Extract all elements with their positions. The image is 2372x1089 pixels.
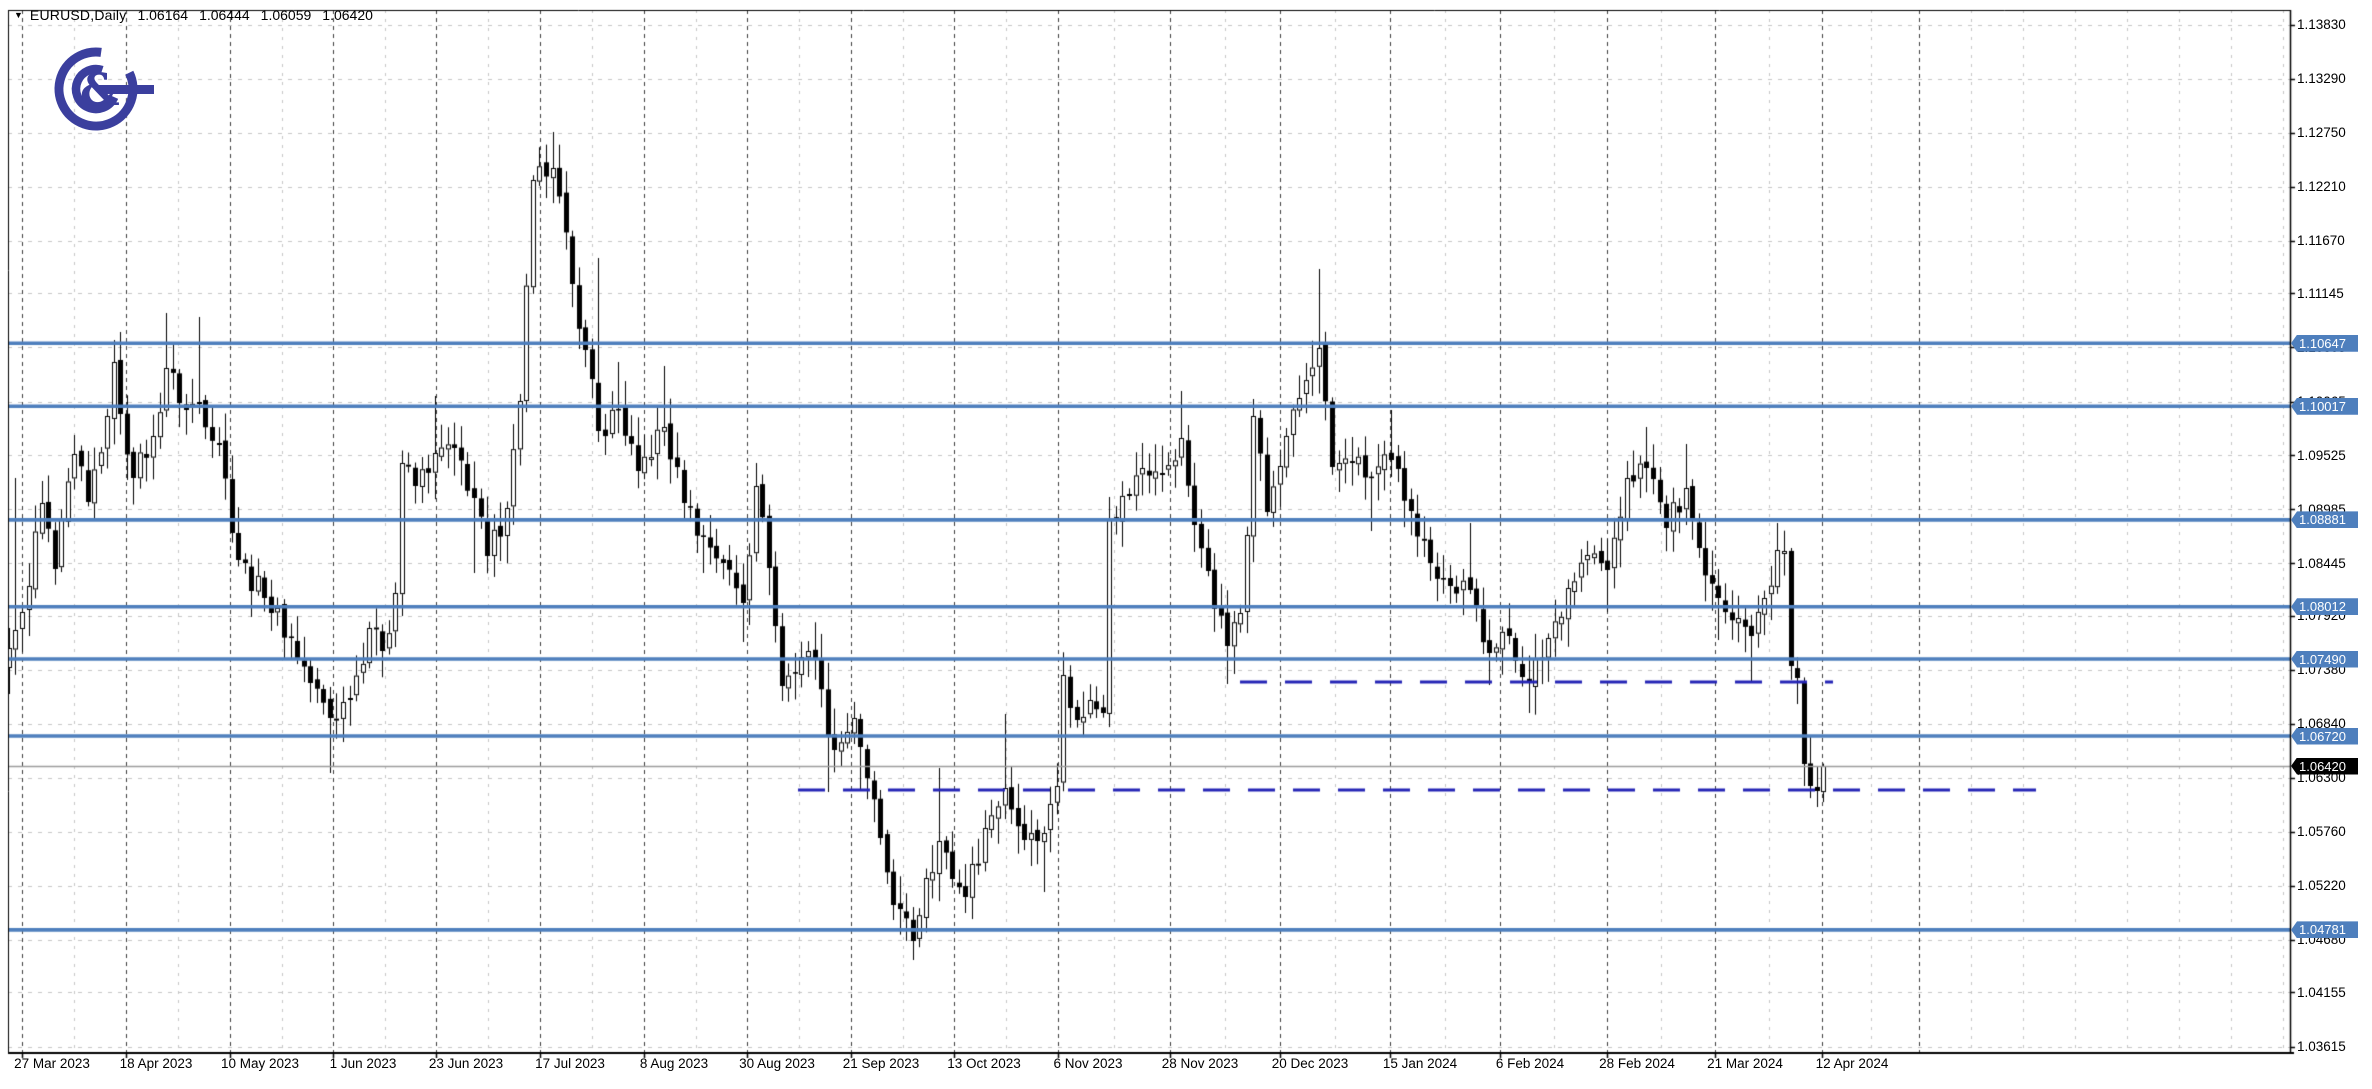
ohlc-close-value: 1.06420 (322, 7, 373, 23)
price-tick-label: 1.11670 (2297, 233, 2345, 248)
date-label: 15 Jan 2024 (1372, 1056, 1468, 1071)
price-axis[interactable]: 1.13830 1.13290 1.12750 1.12210 1.11670 1.111… (2290, 0, 2372, 1089)
date-label: 21 Sep 2023 (833, 1056, 929, 1071)
price-level-badge: 1.06720 (2291, 728, 2358, 745)
ohlc-open-value: 1.06164 (137, 7, 188, 23)
date-label: 18 Apr 2023 (108, 1056, 204, 1071)
price-tick-label: 1.05760 (2297, 824, 2346, 839)
date-label: 27 Mar 2023 (4, 1056, 100, 1071)
price-level-badge: 1.07490 (2291, 651, 2358, 668)
price-tick-label: 1.04155 (2297, 985, 2346, 1000)
date-label: 28 Nov 2023 (1152, 1056, 1248, 1071)
current-price-badge: 1.06420 (2291, 758, 2358, 775)
date-label: 20 Dec 2023 (1262, 1056, 1358, 1071)
date-label: 10 May 2023 (212, 1056, 308, 1071)
date-label: 6 Feb 2024 (1482, 1056, 1578, 1071)
broker-logo: & (52, 42, 154, 134)
date-label: 1 Jun 2023 (315, 1056, 411, 1071)
price-tick-label: 1.05220 (2297, 878, 2346, 893)
price-level-badge: 1.10647 (2291, 335, 2358, 352)
ohlc-low-value: 1.06059 (261, 7, 312, 23)
price-level-badge: 1.10017 (2291, 398, 2358, 415)
mt4-chart-window: ▼ EURUSD,Daily 1.06164 1.06444 1.06059 1.0642… (0, 0, 2372, 1089)
price-tick-label: 1.08445 (2297, 556, 2346, 571)
price-level-badge: 1.08012 (2291, 598, 2358, 615)
date-label: 6 Nov 2023 (1040, 1056, 1136, 1071)
date-label: 8 Aug 2023 (626, 1056, 722, 1071)
candlestick-chart-canvas[interactable] (0, 0, 2372, 1089)
date-label: 21 Mar 2024 (1697, 1056, 1793, 1071)
price-tick-label: 1.12210 (2297, 179, 2346, 194)
price-level-badge: 1.08881 (2291, 511, 2358, 528)
date-label: 17 Jul 2023 (522, 1056, 618, 1071)
price-tick-label: 1.12750 (2297, 125, 2346, 140)
date-label: 23 Jun 2023 (418, 1056, 514, 1071)
date-label: 12 Apr 2024 (1804, 1056, 1900, 1071)
symbol-period-label: EURUSD,Daily (30, 7, 127, 23)
date-label: 13 Oct 2023 (936, 1056, 1032, 1071)
date-label: 28 Feb 2024 (1589, 1056, 1685, 1071)
chart-title-row: ▼ EURUSD,Daily 1.06164 1.06444 1.06059 1.0642… (14, 7, 373, 23)
symbol-dropdown-icon[interactable]: ▼ (14, 10, 23, 20)
price-tick-label: 1.11145 (2297, 286, 2344, 301)
price-tick-label: 1.13290 (2297, 71, 2346, 86)
ohlc-high-value: 1.06444 (199, 7, 250, 23)
price-tick-label: 1.13830 (2297, 17, 2346, 32)
logo-ampersand: & (80, 65, 120, 116)
price-tick-label: 1.03615 (2297, 1039, 2346, 1054)
price-level-badge: 1.04781 (2291, 921, 2358, 938)
price-tick-label: 1.09525 (2297, 448, 2346, 463)
date-label: 30 Aug 2023 (729, 1056, 825, 1071)
time-axis[interactable]: 27 Mar 2023 18 Apr 2023 10 May 2023 1 Jun 2… (0, 1054, 2372, 1084)
